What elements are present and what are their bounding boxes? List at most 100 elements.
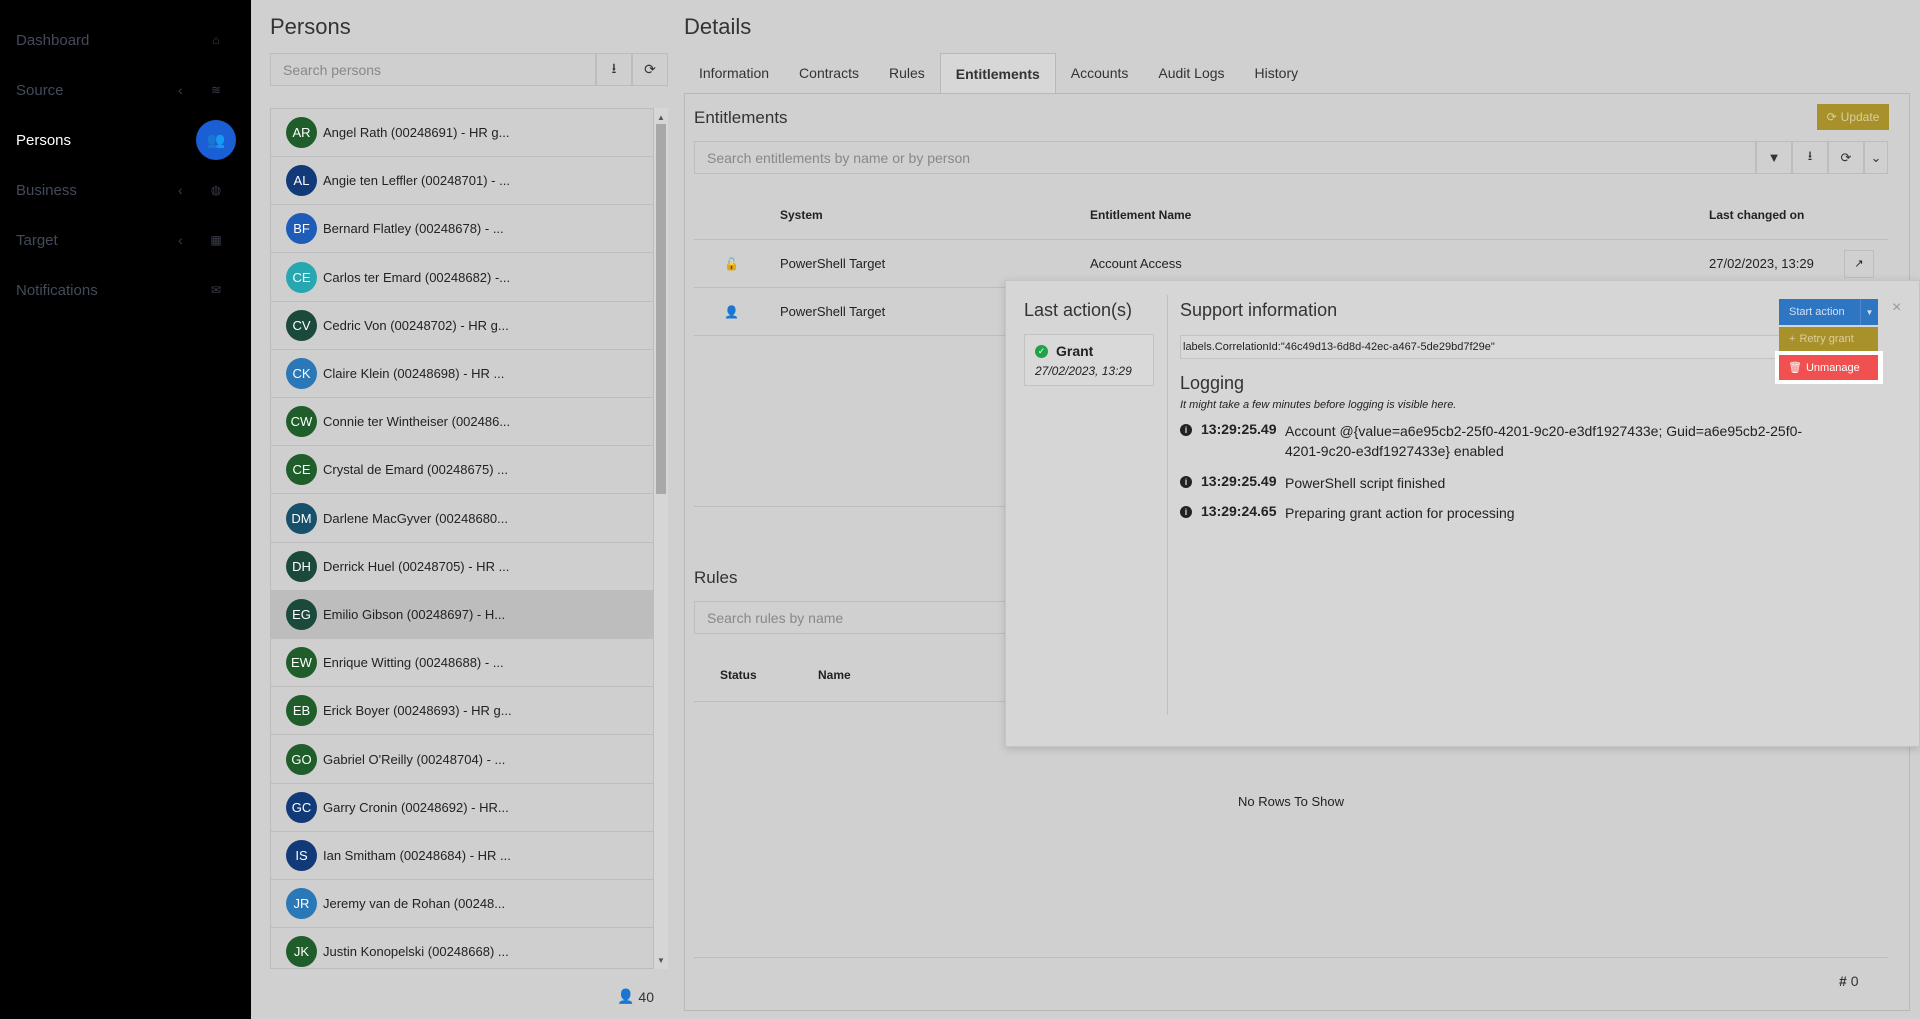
expand-button[interactable]: ⌄ — [1864, 141, 1888, 174]
scroll-up-icon[interactable]: ▲ — [654, 110, 668, 124]
list-item[interactable]: EW Enrique Witting (00248688) - ... — [271, 639, 653, 688]
tab-rules[interactable]: Rules — [874, 53, 940, 93]
tab-information[interactable]: Information — [684, 53, 784, 93]
list-item[interactable]: CW Connie ter Wintheiser (002486... — [271, 398, 653, 447]
chevron-left-icon: ‹ — [178, 232, 183, 248]
sidebar-item-persons[interactable]: Persons 👥 — [0, 115, 251, 165]
column-system[interactable]: System — [780, 208, 823, 222]
check-circle-icon: ✓ — [1035, 345, 1048, 358]
correlation-id-field[interactable]: labels.CorrelationId:"46c49d13-6d8d-42ec… — [1180, 335, 1780, 359]
scroll-down-icon[interactable]: ▼ — [654, 953, 668, 967]
tab-entitlements[interactable]: Entitlements — [939, 53, 1056, 93]
avatar: DM — [286, 502, 317, 534]
layers-icon: ≋ — [210, 83, 222, 97]
sidebar-item-source[interactable]: Source ‹ ≋ — [0, 65, 251, 115]
info-icon: i — [1180, 424, 1192, 436]
action-card[interactable]: ✓ Grant 27/02/2023, 13:29 — [1024, 334, 1154, 386]
row-last-changed: 27/02/2023, 13:29 — [1709, 256, 1814, 271]
sidebar-item-dashboard[interactable]: Dashboard ⌂ — [0, 15, 251, 65]
list-item[interactable]: EG Emilio Gibson (00248697) - H... — [271, 591, 653, 639]
refresh-icon: ⟳ — [1826, 110, 1837, 124]
avatar: IS — [286, 840, 317, 871]
list-item[interactable]: DM Darlene MacGyver (00248680... — [271, 495, 653, 543]
update-button[interactable]: ⟳ Update — [1817, 104, 1889, 130]
row-system: PowerShell Target — [780, 304, 886, 319]
sidebar-item-target[interactable]: Target ‹ ▦ — [0, 215, 251, 265]
scroll-thumb[interactable] — [656, 124, 666, 494]
caret-down-icon[interactable]: ▼ — [1860, 299, 1878, 325]
last-actions-title: Last action(s) — [1024, 300, 1133, 320]
log-entry: i 13:29:25.49 PowerShell script finished — [1180, 473, 1820, 493]
chevron-left-icon: ‹ — [178, 82, 183, 98]
user-icon: 👤 — [616, 988, 635, 1004]
avatar: AL — [286, 165, 317, 197]
search-rules-input[interactable]: Search rules by name — [694, 601, 1014, 634]
action-name: Grant — [1056, 343, 1094, 359]
entitlements-table-header: System Entitlement Name Last changed on — [694, 190, 1888, 240]
refresh-button[interactable]: ⟳ — [1828, 141, 1864, 174]
sidebar-item-business[interactable]: Business ‹ ◍ — [0, 165, 251, 215]
list-item[interactable]: AL Angie ten Leffler (00248701) - ... — [271, 157, 653, 206]
rules-count-value: 0 — [1850, 973, 1859, 989]
persons-title: Persons — [270, 14, 351, 39]
tab-audit-logs[interactable]: Audit Logs — [1143, 53, 1239, 93]
refresh-icon: ⟳ — [1840, 149, 1852, 165]
search-persons-input[interactable]: Search persons — [270, 53, 596, 86]
info-icon: i — [1180, 476, 1192, 488]
avatar: EB — [286, 695, 317, 727]
list-item[interactable]: GC Garry Cronin (00248692) - HR... — [271, 784, 653, 832]
person-name: Connie ter Wintheiser (002486... — [323, 414, 511, 430]
persons-count: 40 — [638, 988, 654, 1005]
sidebar-item-label: Source — [16, 81, 64, 99]
column-last-changed[interactable]: Last changed on — [1709, 208, 1804, 222]
list-item[interactable]: CK Claire Klein (00248698) - HR ... — [271, 350, 653, 398]
list-item[interactable]: GO Gabriel O'Reilly (00248704) - ... — [271, 736, 653, 784]
list-item[interactable]: CE Crystal de Emard (00248675) ... — [271, 446, 653, 495]
row-entitlement-name: Account Access — [1090, 256, 1182, 271]
list-item[interactable]: AR Angel Rath (00248691) - HR g... — [271, 109, 653, 157]
users-icon: 👥 — [196, 120, 236, 160]
column-entitlement-name[interactable]: Entitlement Name — [1090, 208, 1191, 222]
tab-contracts[interactable]: Contracts — [784, 53, 874, 93]
list-item[interactable]: JR Jeremy van de Rohan (00248... — [271, 880, 653, 929]
filter-button[interactable]: ▼ — [1756, 141, 1792, 174]
person-name: Carlos ter Emard (00248682) -... — [323, 269, 511, 285]
close-icon[interactable]: × — [1892, 299, 1901, 317]
list-item[interactable]: IS Ian Smitham (00248684) - HR ... — [271, 832, 653, 880]
list-item[interactable]: DH Derrick Huel (00248705) - HR ... — [271, 543, 653, 591]
list-item[interactable]: JK Justin Konopelski (00248668) ... — [271, 928, 653, 968]
list-item[interactable]: CE Carlos ter Emard (00248682) -... — [271, 254, 653, 302]
person-list-scrollbar[interactable]: ▲ ▼ — [654, 108, 668, 969]
rules-table-header: Status Name — [694, 650, 1014, 702]
persons-footer: 👤 40 — [270, 980, 668, 1013]
row-system: PowerShell Target — [780, 256, 886, 271]
sidebar: Dashboard ⌂ Source ‹ ≋ Persons 👥 Busines… — [0, 0, 251, 1019]
download-button[interactable]: ⭳ — [596, 53, 632, 86]
list-item[interactable]: BF Bernard Flatley (00248678) - ... — [271, 205, 653, 254]
list-item[interactable]: EB Erick Boyer (00248693) - HR g... — [271, 687, 653, 736]
column-name[interactable]: Name — [818, 668, 851, 682]
logging-note: It might take a few minutes before loggi… — [1180, 399, 1457, 411]
avatar: CK — [286, 358, 317, 389]
log-message: PowerShell script finished — [1285, 475, 1446, 491]
sidebar-item-notifications[interactable]: Notifications ✉ — [0, 265, 251, 315]
person-name: Cedric Von (00248702) - HR g... — [323, 317, 509, 333]
tab-accounts[interactable]: Accounts — [1056, 53, 1144, 93]
unmanage-menu-item[interactable]: 🗑 Unmanage — [1779, 355, 1878, 380]
details-tabs: Information Contracts Rules Entitlements Acc… — [684, 53, 1313, 93]
start-action-button[interactable]: Start action ▼ — [1779, 299, 1878, 325]
person-name: Darlene MacGyver (00248680... — [323, 510, 508, 526]
log-time: 13:29:25.49 — [1201, 473, 1277, 489]
refresh-button[interactable]: ⟳ — [632, 53, 668, 86]
sidebar-item-label: Business — [16, 181, 77, 199]
tab-history[interactable]: History — [1240, 53, 1314, 93]
info-icon: i — [1180, 506, 1192, 518]
retry-grant-menu-item[interactable]: + Retry grant — [1779, 327, 1878, 351]
list-item[interactable]: CV Cedric Von (00248702) - HR g... — [271, 302, 653, 350]
person-name: Angie ten Leffler (00248701) - ... — [323, 173, 510, 189]
column-status[interactable]: Status — [720, 668, 757, 682]
external-link-button[interactable]: ↗ — [1844, 249, 1874, 278]
download-button[interactable]: ⭳ — [1792, 141, 1828, 174]
sidebar-item-label: Persons — [16, 131, 72, 149]
search-entitlements-input[interactable]: Search entitlements by name or by person — [694, 141, 1756, 174]
